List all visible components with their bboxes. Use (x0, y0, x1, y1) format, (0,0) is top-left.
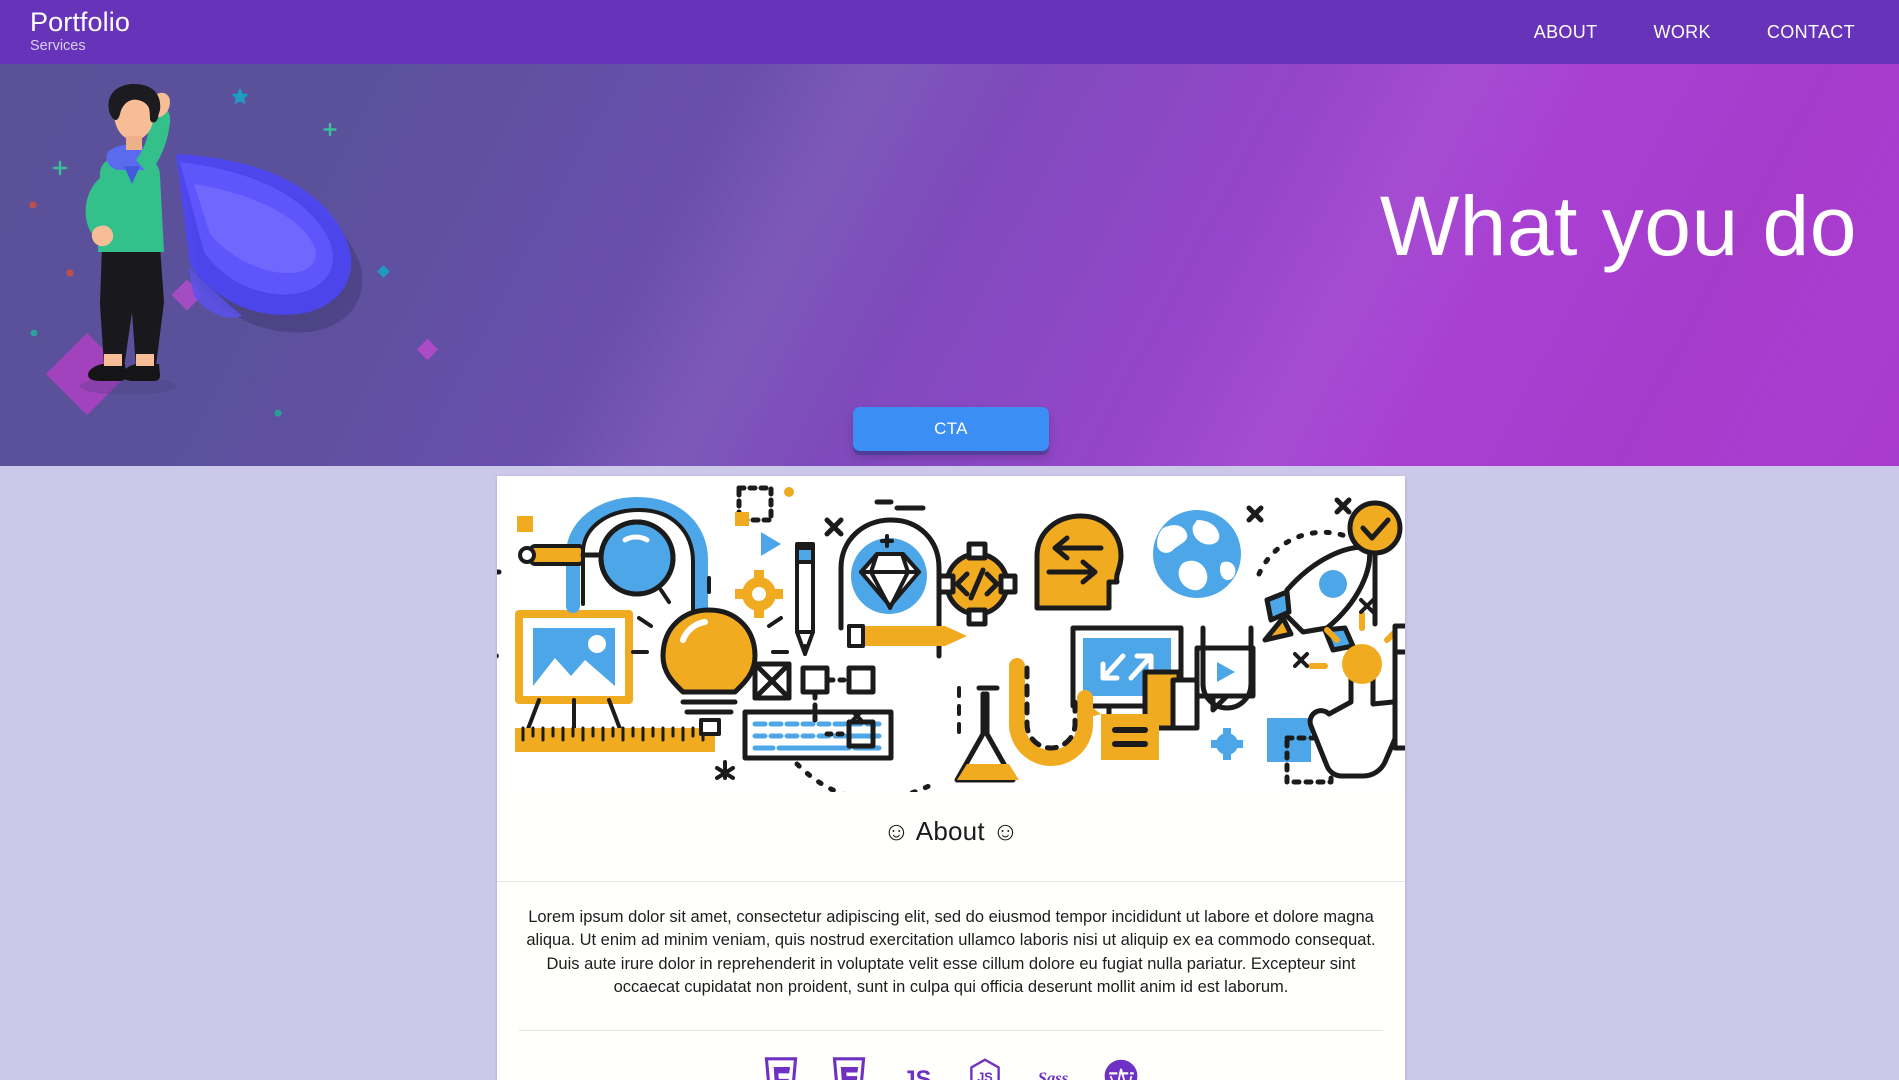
tech-stack-row: JS JS Sass (497, 1031, 1405, 1080)
hero-title: What you do (1379, 179, 1857, 273)
svg-text:JS: JS (903, 1067, 932, 1080)
cta-button[interactable]: CTA (853, 407, 1049, 451)
wordpress-icon (1102, 1057, 1140, 1080)
css3-icon (830, 1056, 868, 1080)
nav-link-contact[interactable]: CONTACT (1739, 16, 1871, 49)
about-paragraph: Lorem ipsum dolor sit amet, consectetur … (526, 908, 1376, 997)
nav-link-about[interactable]: ABOUT (1506, 16, 1626, 49)
about-card: ☺ About ☺ Lorem ipsum dolor sit amet, co… (497, 476, 1405, 1080)
superhero-illustration (8, 66, 438, 466)
brand-title: Portfolio (30, 7, 130, 38)
hero-section: What you do CTA (0, 64, 1899, 466)
brand-subtitle: Services (30, 38, 86, 55)
javascript-icon: JS (898, 1057, 936, 1080)
nodejs-icon: JS (966, 1057, 1004, 1080)
sass-icon: Sass (1034, 1057, 1072, 1080)
svg-text:Sass: Sass (1038, 1068, 1068, 1080)
site-header: Portfolio Services ABOUT WORK CONTACT (0, 0, 1899, 64)
html5-icon (762, 1056, 800, 1080)
main-nav: ABOUT WORK CONTACT (1506, 16, 1871, 49)
nav-link-work[interactable]: WORK (1625, 16, 1738, 49)
brand[interactable]: Portfolio Services (30, 8, 130, 56)
svg-text:JS: JS (977, 1069, 993, 1080)
about-heading: ☺ About ☺ (883, 816, 1019, 846)
about-illustration (497, 476, 1405, 792)
